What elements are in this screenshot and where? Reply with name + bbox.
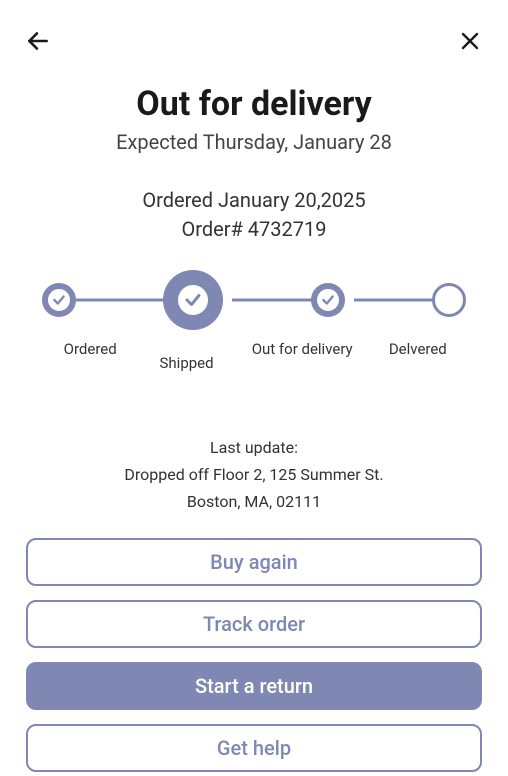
arrow-left-icon — [25, 28, 51, 54]
step-shipped — [163, 270, 223, 330]
back-button[interactable] — [22, 25, 54, 57]
check-icon — [321, 293, 335, 307]
order-number: Order# 4732719 — [24, 215, 484, 244]
track-order-button[interactable]: Track order — [26, 600, 482, 648]
ordered-date: Ordered January 20,2025 — [24, 186, 484, 215]
check-icon — [184, 291, 202, 309]
page-title: Out for delivery — [24, 84, 484, 124]
step-circle-complete — [311, 283, 345, 317]
expected-date: Expected Thursday, January 28 — [24, 130, 484, 154]
get-help-button[interactable]: Get help — [26, 724, 482, 772]
step-label: Ordered — [42, 340, 138, 372]
step-label: Shipped — [138, 354, 234, 372]
step-delivered — [432, 283, 466, 317]
step-ordered — [42, 283, 76, 317]
step-out-for-delivery — [311, 283, 345, 317]
check-icon — [52, 293, 66, 307]
last-update-block: Last update: Dropped off Floor 2, 125 Su… — [24, 434, 484, 516]
step-label: Out for delivery — [235, 340, 370, 372]
start-return-button[interactable]: Start a return — [26, 662, 482, 710]
progress-tracker: Ordered Shipped Out for delivery Delvere… — [24, 268, 484, 372]
last-update-address-line1: Dropped off Floor 2, 125 Summer St. — [24, 461, 484, 488]
last-update-address-line2: Boston, MA, 02111 — [24, 488, 484, 515]
tracker-line — [72, 299, 172, 302]
step-circle-pending — [432, 283, 466, 317]
step-label: Delvered — [370, 340, 466, 372]
close-icon — [458, 29, 482, 53]
last-update-label: Last update: — [24, 434, 484, 461]
buy-again-button[interactable]: Buy again — [26, 538, 482, 586]
step-circle-complete — [42, 283, 76, 317]
close-button[interactable] — [454, 25, 486, 57]
step-circle-current — [163, 270, 223, 330]
